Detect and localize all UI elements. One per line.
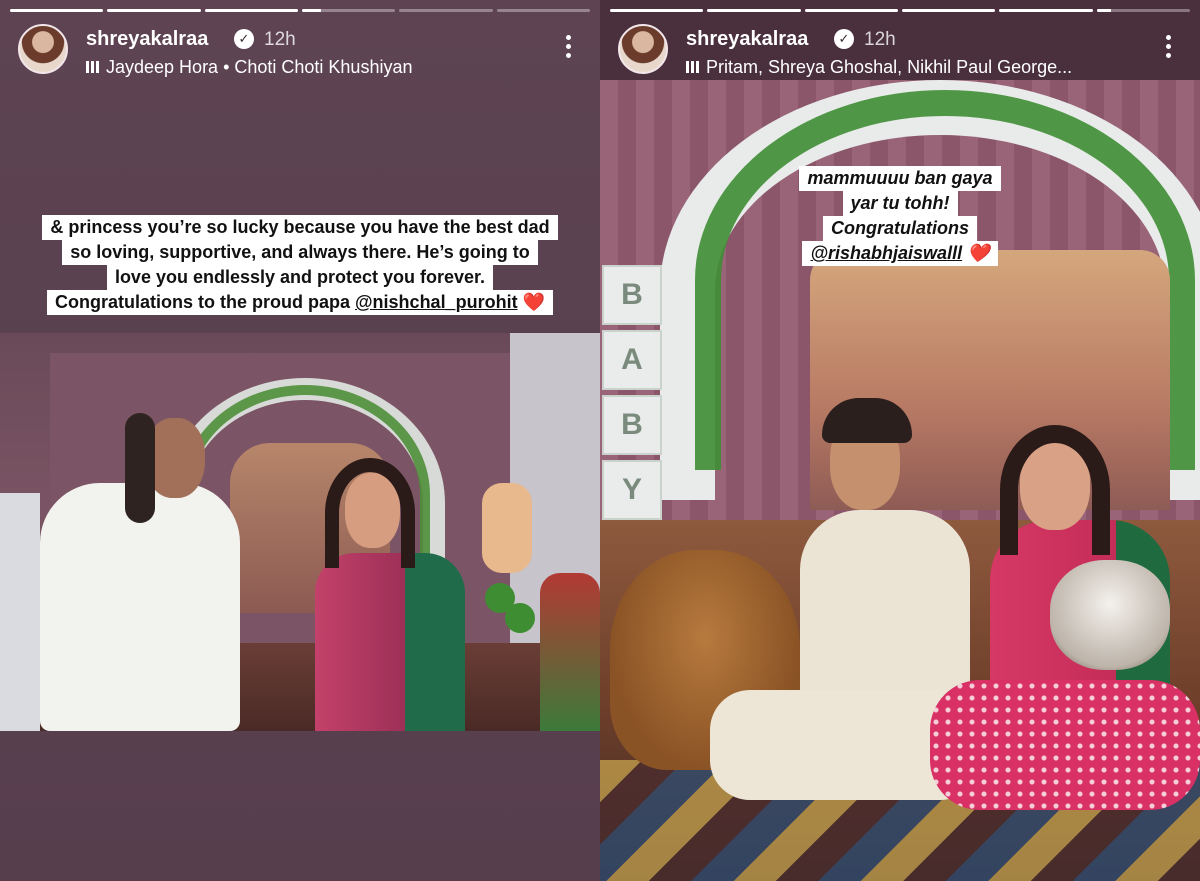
music-label: Jaydeep Hora • Choti Choti Khushiyan — [106, 57, 413, 77]
story-photo — [0, 333, 600, 731]
caption-sticker: & princess you’re so lucky because you h… — [0, 215, 600, 315]
caption-line-last: Congratulations to the proud papa @nishc… — [46, 290, 553, 315]
person-man-hair — [125, 413, 155, 523]
block-letter: B — [602, 265, 662, 325]
username[interactable]: shreyakalraa — [86, 28, 208, 51]
block-letter: Y — [602, 460, 662, 520]
music-bars-icon — [686, 61, 700, 73]
more-options-icon[interactable] — [1164, 32, 1172, 62]
post-time: 12h — [264, 29, 296, 50]
caption-line-last: @rishabhjaiswalll ❤️ — [802, 241, 998, 266]
music-info[interactable]: Pritam, Shreya Ghoshal, Nikhil Paul Geor… — [686, 57, 1072, 78]
music-label: Pritam, Shreya Ghoshal, Nikhil Paul Geor… — [706, 57, 1073, 77]
heart-emoji: ❤️ — [522, 292, 545, 312]
post-time: 12h — [864, 29, 896, 50]
progress-segment — [901, 9, 996, 12]
progress-segment — [399, 9, 493, 12]
caption-line: yar tu tohh! — [842, 191, 958, 216]
progress-segment — [107, 9, 201, 12]
caption-sticker: mammuuuu ban gaya yar tu tohh! Congratul… — [770, 166, 1030, 266]
person-woman-pink-dress — [315, 553, 465, 731]
block-letter: B — [602, 395, 662, 455]
cutout-figure — [482, 483, 532, 573]
music-bars-icon — [86, 61, 100, 73]
progress-segment — [999, 9, 1093, 12]
story-header: shreyakalraa ✓ 12h Pritam, Shreya Ghosha… — [618, 24, 1182, 80]
person-guest-left — [0, 493, 40, 731]
verified-badge-icon: ✓ — [234, 29, 254, 49]
person-woman-hair — [325, 458, 415, 568]
avatar[interactable] — [618, 24, 668, 74]
progress-segment — [1096, 9, 1190, 12]
story-header: shreyakalraa ✓ 12h Jaydeep Hora • Choti … — [18, 24, 582, 80]
caption-text: Congratulations to the proud papa — [54, 292, 350, 312]
person-guest — [540, 573, 600, 731]
dog-shih-tzu — [1050, 560, 1170, 670]
mention-link[interactable]: @nishchal_purohit — [355, 292, 518, 312]
caption-line: so loving, supportive, and always there.… — [62, 240, 538, 265]
person-woman-skirt — [930, 680, 1200, 810]
caption-line: mammuuuu ban gaya — [799, 166, 1001, 191]
progress-segment — [804, 9, 898, 12]
caption-line: Congratulations — [823, 216, 977, 241]
progress-segment — [496, 9, 590, 12]
progress-segment — [610, 9, 704, 12]
more-options-icon[interactable] — [564, 32, 572, 62]
person-woman-hair — [1000, 425, 1110, 555]
avatar[interactable] — [18, 24, 68, 74]
progress-segment — [204, 9, 298, 12]
username[interactable]: shreyakalraa — [686, 28, 808, 51]
heart-emoji: ❤️ — [967, 243, 990, 263]
caption-line: love you endlessly and protect you forev… — [106, 265, 494, 290]
story-left[interactable]: shreyakalraa ✓ 12h Jaydeep Hora • Choti … — [0, 0, 600, 881]
story-progress-bar — [610, 9, 1190, 12]
mention-link[interactable]: @rishabhjaiswalll — [810, 243, 962, 263]
progress-segment — [301, 9, 396, 12]
block-letter: A — [602, 330, 662, 390]
music-info[interactable]: Jaydeep Hora • Choti Choti Khushiyan — [86, 57, 412, 78]
progress-segment — [707, 9, 801, 12]
verified-badge-icon: ✓ — [834, 29, 854, 49]
caption-line: & princess you’re so lucky because you h… — [42, 215, 558, 240]
story-right[interactable]: B A B Y shreyakalraa ✓ 12h Pritam, Shrey… — [600, 0, 1200, 881]
story-progress-bar — [10, 9, 590, 12]
progress-segment — [10, 9, 104, 12]
balloon — [505, 603, 535, 633]
